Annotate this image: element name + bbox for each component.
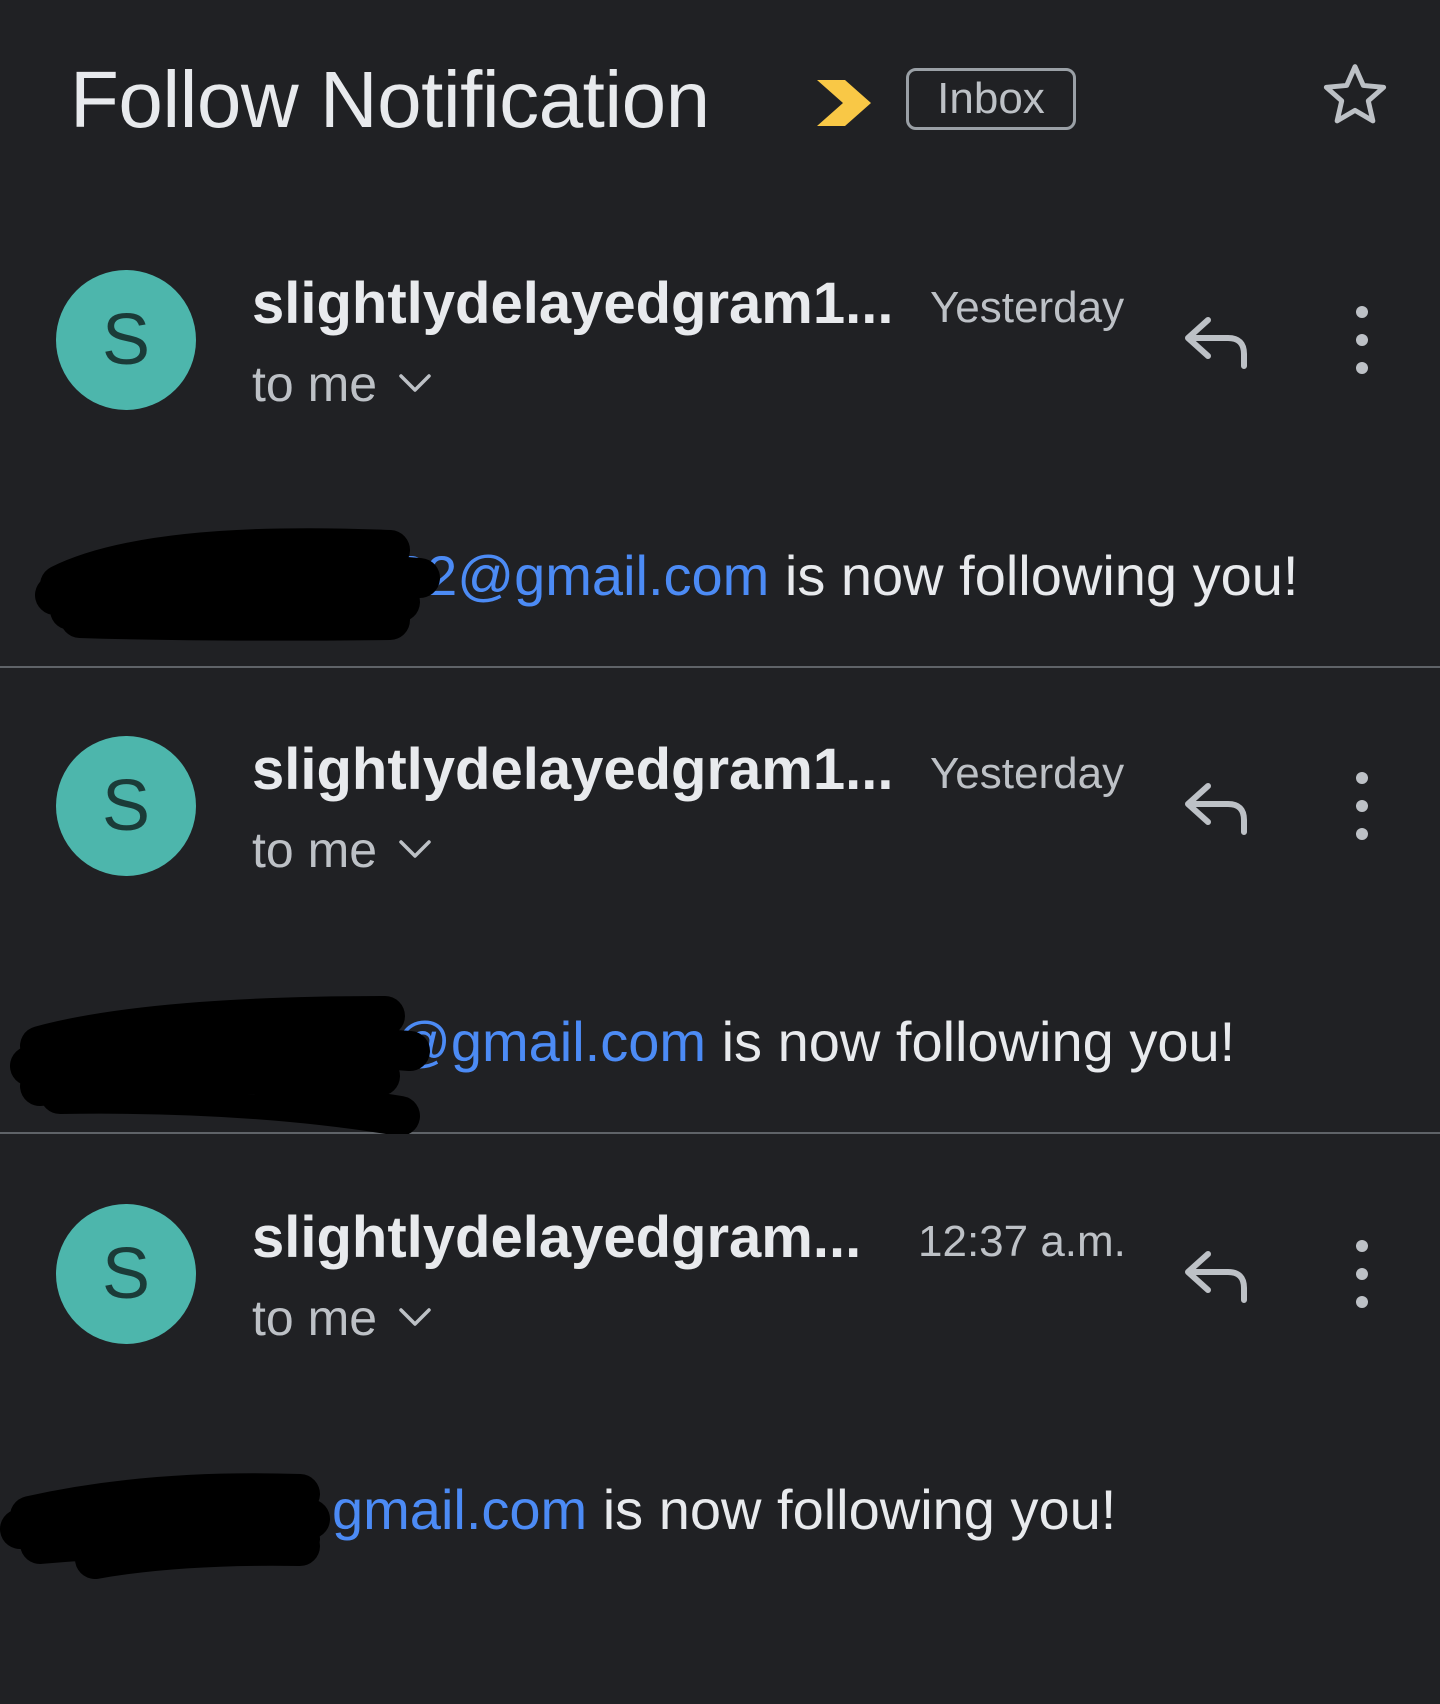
message-item[interactable]: S slightlydelayedgram1... Yesterday to m… (0, 666, 1440, 1134)
more-options-icon[interactable] (1342, 300, 1382, 380)
reply-icon[interactable] (1180, 1242, 1252, 1306)
chevron-down-icon (399, 1308, 431, 1326)
inbox-label-chip[interactable]: Inbox (906, 68, 1076, 130)
body-text: is now following you! (769, 544, 1299, 607)
follower-email-link[interactable]: gmail.com (332, 1478, 587, 1541)
follower-email-link[interactable]: @gmail.com (394, 1010, 706, 1073)
reply-icon[interactable] (1180, 308, 1252, 372)
recipient-toggle[interactable]: to me (252, 352, 433, 416)
recipient-label: to me (252, 356, 378, 412)
sender-name: slightlydelayedgram... (252, 1205, 862, 1270)
importance-chevron-icon[interactable] (815, 78, 875, 128)
more-options-icon[interactable] (1342, 1234, 1382, 1314)
message-time: 12:37 a.m. (918, 1217, 1126, 1266)
body-text: is now following you! (706, 1010, 1236, 1073)
thread-header: Follow Notification Inbox (0, 0, 1440, 200)
reply-icon[interactable] (1180, 774, 1252, 838)
recipient-toggle[interactable]: to me (252, 1286, 433, 1350)
message-body: gmail.com is now following you! (332, 1474, 1116, 1546)
message-body: 22@gmail.com is now following you! (395, 540, 1298, 612)
recipient-label: to me (252, 1290, 378, 1346)
message-time: Yesterday (930, 283, 1125, 332)
avatar[interactable]: S (56, 1204, 196, 1344)
chevron-down-icon (399, 840, 431, 858)
chevron-down-icon (399, 374, 431, 392)
message-item[interactable]: S slightlydelayedgram1... Yesterday to m… (0, 200, 1440, 668)
recipient-toggle[interactable]: to me (252, 818, 433, 882)
message-body: @gmail.com is now following you! (394, 1006, 1235, 1078)
sender-name: slightlydelayedgram1... (252, 271, 894, 336)
thread-subject: Follow Notification (70, 55, 710, 144)
follower-email-link[interactable]: 22@gmail.com (395, 544, 769, 607)
body-text: is now following you! (587, 1478, 1117, 1541)
avatar[interactable]: S (56, 736, 196, 876)
recipient-label: to me (252, 822, 378, 878)
more-options-icon[interactable] (1342, 766, 1382, 846)
message-item[interactable]: S slightlydelayedgram... 12:37 a.m. to m… (0, 1134, 1440, 1602)
avatar[interactable]: S (56, 270, 196, 410)
sender-name: slightlydelayedgram1... (252, 737, 894, 802)
message-time: Yesterday (930, 749, 1125, 798)
star-icon[interactable] (1318, 58, 1392, 132)
